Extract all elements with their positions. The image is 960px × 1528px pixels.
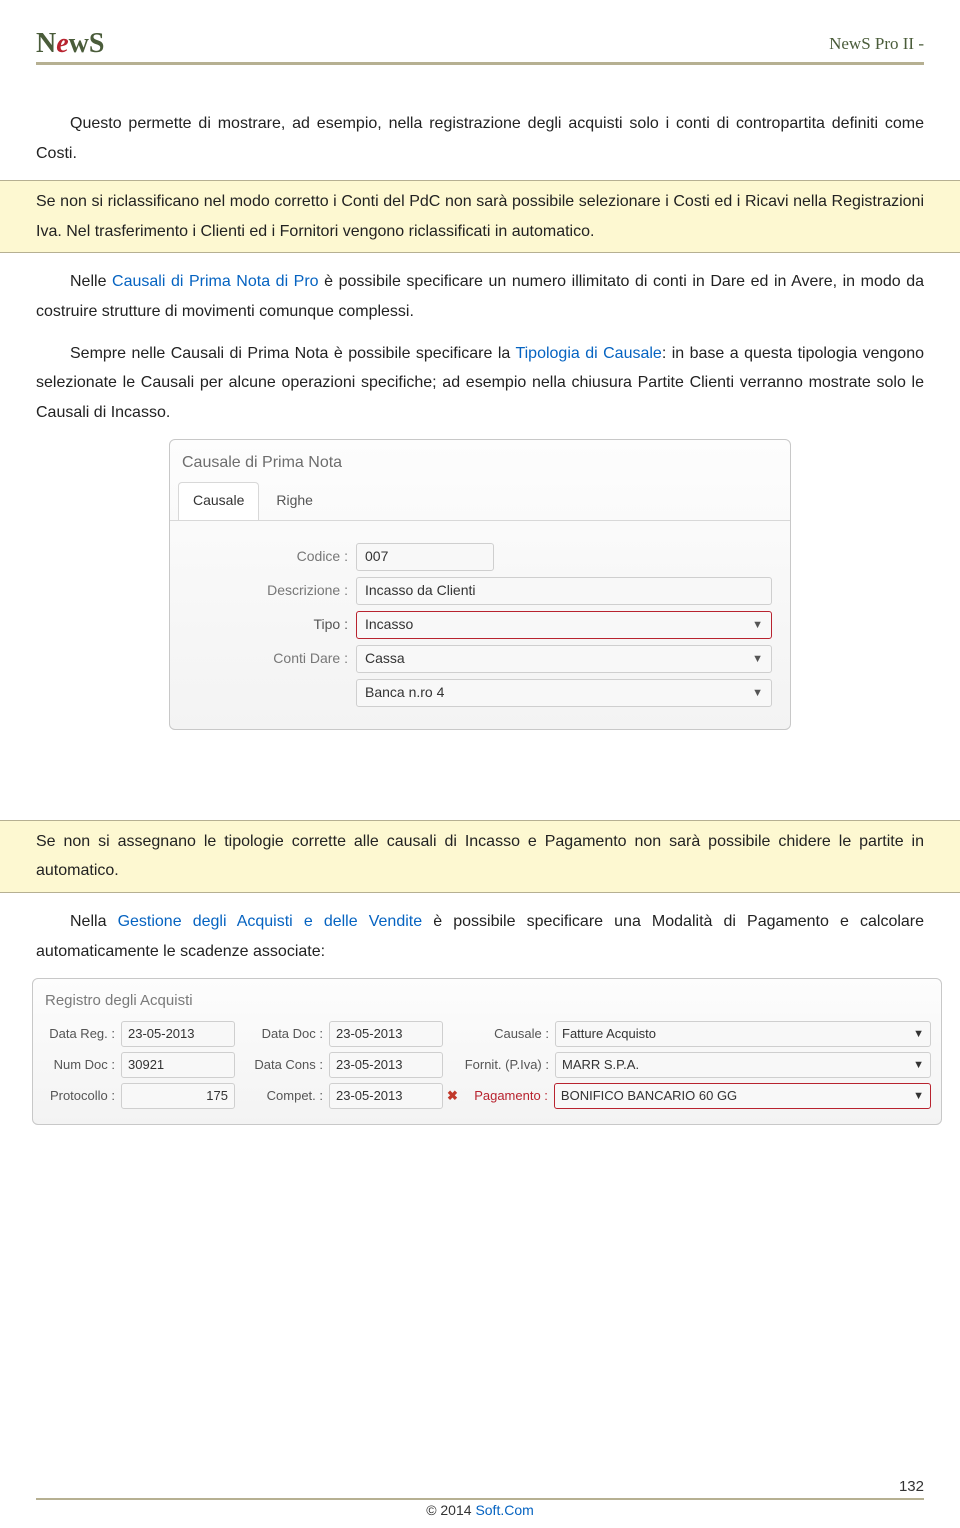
- input-compet[interactable]: 23-05-2013: [329, 1083, 443, 1109]
- highlight-box-2: Se non si assegnano le tipologie corrett…: [0, 820, 960, 893]
- delete-icon[interactable]: ✖: [447, 1084, 458, 1108]
- input-num-doc[interactable]: 30921: [121, 1052, 235, 1078]
- paragraph-causali: Nelle Causali di Prima Nota di Pro è pos…: [36, 267, 924, 326]
- label-protocollo: Protocollo :: [43, 1084, 115, 1108]
- logo: NewS: [36, 28, 104, 60]
- label-fornit: Fornit. (P.Iva) :: [449, 1053, 549, 1077]
- input-data-cons[interactable]: 23-05-2013: [329, 1052, 443, 1078]
- select-tipo[interactable]: Incasso▼: [356, 611, 772, 639]
- link-softcom[interactable]: Soft.Com: [475, 1502, 533, 1518]
- select-pagamento[interactable]: BONIFICO BANCARIO 60 GG▼: [554, 1083, 931, 1109]
- field-conti-dare-row: Conti Dare : Cassa▼: [188, 645, 772, 673]
- input-data-reg[interactable]: 23-05-2013: [121, 1021, 235, 1047]
- chevron-down-icon: ▼: [752, 683, 763, 703]
- link-gestione-acquisti-vendite[interactable]: Gestione degli Acquisti e delle Vendite: [118, 913, 423, 930]
- input-protocollo[interactable]: 175: [121, 1083, 235, 1109]
- highlight-box-1: Se non si riclassificano nel modo corret…: [0, 180, 960, 253]
- label-descrizione: Descrizione :: [188, 578, 356, 604]
- chevron-down-icon: ▼: [752, 615, 763, 635]
- label-data-cons: Data Cons :: [241, 1053, 323, 1077]
- label-num-doc: Num Doc :: [43, 1053, 115, 1077]
- tabs: Causale Righe: [170, 482, 790, 521]
- app-title: NewS Pro II -: [829, 34, 924, 54]
- window-title: Registro degli Acquisti: [43, 985, 931, 1021]
- select-fornit[interactable]: MARR S.P.A.▼: [555, 1052, 931, 1078]
- page-number: 132: [899, 1478, 924, 1495]
- tab-righe[interactable]: Righe: [261, 482, 328, 520]
- label-compet: Compet. :: [241, 1084, 323, 1108]
- input-codice[interactable]: 007: [356, 543, 494, 571]
- field-conti-dare-row-2: Banca n.ro 4▼: [188, 679, 772, 707]
- label-codice: Codice :: [188, 544, 356, 570]
- label-conti-dare: Conti Dare :: [188, 646, 356, 672]
- field-tipo-row: Tipo : Incasso▼: [188, 611, 772, 639]
- link-causali-prima-nota[interactable]: Causali di Prima Nota di Pro: [112, 273, 319, 290]
- chevron-down-icon: ▼: [913, 1055, 924, 1075]
- input-descrizione[interactable]: Incasso da Clienti: [356, 577, 772, 605]
- window-registro-acquisti: Registro degli Acquisti Data Reg. : 23-0…: [32, 978, 942, 1125]
- select-causale[interactable]: Fatture Acquisto▼: [555, 1021, 931, 1047]
- chevron-down-icon: ▼: [913, 1024, 924, 1044]
- link-tipologia-causale[interactable]: Tipologia di Causale: [515, 345, 661, 362]
- label-tipo: Tipo :: [188, 612, 356, 638]
- tab-causale[interactable]: Causale: [178, 482, 259, 520]
- label-causale: Causale :: [449, 1022, 549, 1046]
- paragraph-intro: Questo permette di mostrare, ad esempio,…: [36, 109, 924, 168]
- window-title: Causale di Prima Nota: [170, 440, 790, 482]
- label-data-doc: Data Doc :: [241, 1022, 323, 1046]
- chevron-down-icon: ▼: [752, 649, 763, 669]
- label-pagamento: Pagamento :: [464, 1084, 548, 1108]
- window-causale-prima-nota: Causale di Prima Nota Causale Righe Codi…: [169, 439, 791, 729]
- label-data-reg: Data Reg. :: [43, 1022, 115, 1046]
- page-footer: 132 © 2014 Soft.Com: [36, 1498, 924, 1518]
- field-descrizione-row: Descrizione : Incasso da Clienti: [188, 577, 772, 605]
- field-codice-row: Codice : 007: [188, 543, 772, 571]
- paragraph-tipologia: Sempre nelle Causali di Prima Nota è pos…: [36, 339, 924, 428]
- select-conti-dare-2[interactable]: Banca n.ro 4▼: [356, 679, 772, 707]
- input-data-doc[interactable]: 23-05-2013: [329, 1021, 443, 1047]
- select-conti-dare-1[interactable]: Cassa▼: [356, 645, 772, 673]
- chevron-down-icon: ▼: [913, 1086, 924, 1106]
- page-header: NewS NewS Pro II -: [36, 28, 924, 65]
- paragraph-gestione: Nella Gestione degli Acquisti e delle Ve…: [36, 907, 924, 966]
